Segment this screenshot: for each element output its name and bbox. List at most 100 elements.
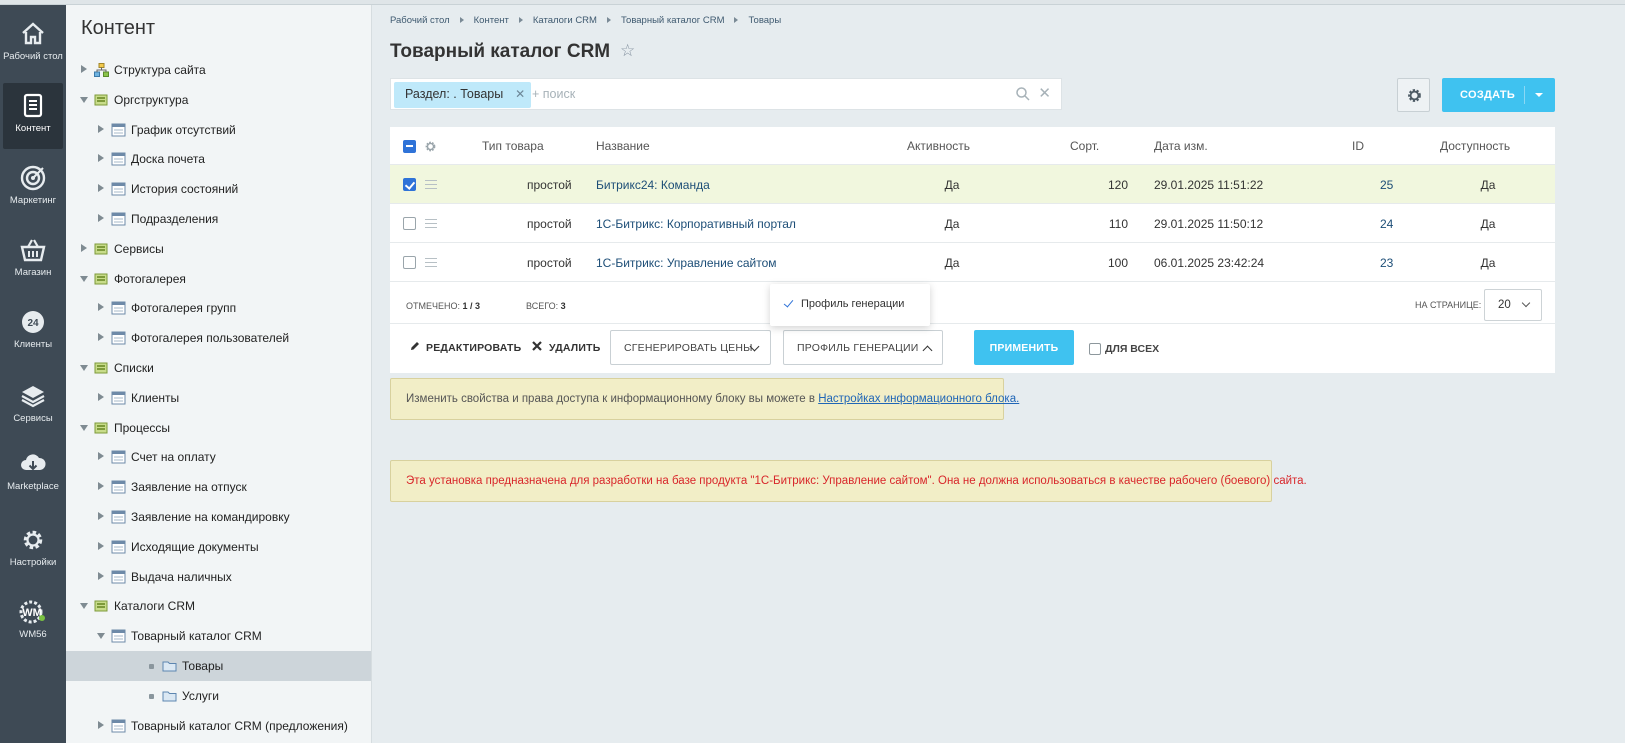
chevron-right-icon[interactable] bbox=[98, 154, 104, 163]
per-page-select[interactable]: 20 bbox=[1484, 289, 1542, 321]
chevron-right-icon[interactable] bbox=[98, 482, 104, 491]
column-header-id[interactable]: ID bbox=[1352, 139, 1364, 153]
create-button[interactable]: СОЗДАТЬ bbox=[1442, 78, 1555, 112]
tree-item[interactable]: Исходящие документы bbox=[66, 532, 371, 562]
caret-down-icon[interactable] bbox=[1535, 93, 1543, 97]
column-header-name[interactable]: Название bbox=[596, 139, 650, 153]
chevron-right-icon[interactable] bbox=[81, 243, 87, 252]
star-icon[interactable]: ☆ bbox=[620, 41, 635, 61]
cell-name-link[interactable]: Битрикс24: Команда bbox=[596, 178, 710, 192]
apply-button[interactable]: ПРИМЕНИТЬ bbox=[974, 330, 1074, 365]
chevron-right-icon[interactable] bbox=[98, 333, 104, 342]
rail-item-wm56[interactable]: WM WM56 bbox=[0, 589, 66, 655]
search-icon[interactable] bbox=[1015, 86, 1031, 102]
column-header-date[interactable]: Дата изм. bbox=[1154, 139, 1208, 153]
rail-item-services[interactable]: Сервисы bbox=[0, 373, 66, 439]
tree-item[interactable]: Сервисы bbox=[66, 234, 371, 264]
generate-prices-dropdown[interactable]: СГЕНЕРИРОВАТЬ ЦЕНЫ bbox=[610, 330, 771, 365]
breadcrumb-item[interactable]: Контент bbox=[474, 15, 509, 26]
breadcrumb-item[interactable]: Товары bbox=[748, 15, 781, 26]
chevron-right-icon[interactable] bbox=[98, 541, 104, 550]
edit-button[interactable]: РЕДАКТИРОВАТЬ bbox=[426, 342, 521, 354]
grid-settings-button[interactable] bbox=[1397, 78, 1430, 112]
tree-item[interactable]: Подразделения bbox=[66, 204, 371, 234]
tree-item[interactable]: Каталоги CRM bbox=[66, 591, 371, 621]
column-header-sort[interactable]: Сорт. bbox=[1070, 139, 1099, 153]
chevron-down-icon[interactable] bbox=[80, 603, 88, 610]
breadcrumb-item[interactable]: Каталоги CRM bbox=[533, 15, 597, 26]
breadcrumb-item[interactable]: Рабочий стол bbox=[390, 15, 450, 26]
tree-item[interactable]: График отсутствий bbox=[66, 115, 371, 145]
tree-item[interactable]: Клиенты bbox=[66, 383, 371, 413]
table-row[interactable]: простой 1С-Битрикс: Управление сайтом Да 10… bbox=[390, 243, 1555, 282]
iblock-settings-link[interactable]: Настройках информационного блока. bbox=[818, 393, 1019, 405]
rail-item-marketplace[interactable]: Marketplace bbox=[0, 441, 66, 507]
tree-item[interactable]: Структура сайта bbox=[66, 55, 371, 85]
select-all-checkbox[interactable] bbox=[403, 140, 416, 153]
row-checkbox[interactable] bbox=[403, 256, 416, 269]
rail-item-clients[interactable]: 24 Клиенты bbox=[0, 299, 66, 365]
search-input[interactable]: + поиск bbox=[532, 87, 575, 101]
rail-item-marketing[interactable]: Маркетинг bbox=[0, 155, 66, 221]
filter-chip[interactable]: Раздел: . Товары ✕ bbox=[394, 82, 532, 108]
tree-item[interactable]: Услуги bbox=[66, 681, 371, 711]
rail-item-content[interactable]: Контент bbox=[3, 83, 63, 149]
drag-handle-icon[interactable] bbox=[425, 258, 437, 267]
tree-item[interactable]: Фотогалерея групп bbox=[66, 293, 371, 323]
cell-id-link[interactable]: 25 bbox=[1380, 178, 1393, 192]
cell-id-link[interactable]: 24 bbox=[1380, 217, 1393, 231]
for-all-checkbox[interactable] bbox=[1089, 343, 1101, 355]
tree-item[interactable]: Списки bbox=[66, 353, 371, 383]
tree-item[interactable]: Процессы bbox=[66, 413, 371, 443]
column-header-active[interactable]: Активность bbox=[907, 139, 970, 153]
chevron-right-icon[interactable] bbox=[98, 124, 104, 133]
tree-item[interactable]: Фотогалерея bbox=[66, 264, 371, 294]
tree-item[interactable]: Доска почета bbox=[66, 144, 371, 174]
delete-button[interactable]: УДАЛИТЬ bbox=[549, 342, 600, 354]
rail-item-desktop[interactable]: Рабочий стол bbox=[0, 11, 66, 77]
generation-profile-dropdown[interactable]: ПРОФИЛЬ ГЕНЕРАЦИИ bbox=[783, 330, 943, 365]
column-settings-icon[interactable] bbox=[424, 140, 437, 153]
rail-item-settings[interactable]: Настройки bbox=[0, 517, 66, 583]
tree-item[interactable]: Заявление на командировку bbox=[66, 502, 371, 532]
row-checkbox[interactable] bbox=[403, 178, 416, 191]
tree-item[interactable]: Заявление на отпуск bbox=[66, 472, 371, 502]
tree-item[interactable]: Товарный каталог CRM (предложения) bbox=[66, 711, 371, 741]
row-checkbox[interactable] bbox=[403, 217, 416, 230]
chevron-right-icon[interactable] bbox=[98, 512, 104, 520]
tree-item[interactable]: Товары bbox=[66, 651, 371, 681]
chevron-down-icon[interactable] bbox=[80, 96, 88, 103]
for-all-label[interactable]: ДЛЯ ВСЕХ bbox=[1105, 343, 1159, 355]
tree-item[interactable]: Счет на оплату bbox=[66, 442, 371, 472]
chevron-down-icon[interactable] bbox=[80, 424, 88, 431]
drag-handle-icon[interactable] bbox=[425, 219, 437, 228]
tree-item[interactable]: Фотогалерея пользователей bbox=[66, 323, 371, 353]
chevron-right-icon[interactable] bbox=[98, 214, 104, 222]
chevron-right-icon[interactable] bbox=[98, 452, 104, 461]
cell-name-link[interactable]: 1С-Битрикс: Корпоративный портал bbox=[596, 217, 796, 231]
filter-bar[interactable]: Раздел: . Товары ✕ + поиск ✕ bbox=[390, 78, 1062, 110]
chevron-right-icon[interactable] bbox=[98, 720, 104, 729]
clear-icon[interactable]: ✕ bbox=[1038, 84, 1051, 102]
tree-item[interactable]: Выдача наличных bbox=[66, 562, 371, 592]
chevron-down-icon[interactable] bbox=[80, 275, 88, 282]
chevron-down-icon[interactable] bbox=[97, 633, 105, 640]
drag-handle-icon[interactable] bbox=[425, 180, 437, 189]
rail-item-shop[interactable]: Магазин bbox=[0, 227, 66, 293]
menu-item-generation-profile[interactable]: Профиль генерации bbox=[801, 298, 904, 310]
cell-id-link[interactable]: 23 bbox=[1380, 256, 1393, 270]
chevron-right-icon[interactable] bbox=[98, 571, 104, 580]
tree-item[interactable]: Оргструктура bbox=[66, 85, 371, 115]
table-row[interactable]: простой Битрикс24: Команда Да 120 29.01.2025… bbox=[390, 165, 1555, 204]
breadcrumb-item[interactable]: Товарный каталог CRM bbox=[621, 15, 725, 26]
chevron-down-icon[interactable] bbox=[80, 365, 88, 371]
table-row[interactable]: простой 1С-Битрикс: Корпоративный портал Д… bbox=[390, 204, 1555, 243]
tree-item[interactable]: Товарный каталог CRM bbox=[66, 621, 371, 651]
tree-item[interactable]: История состояний bbox=[66, 174, 371, 204]
chevron-right-icon[interactable] bbox=[81, 65, 87, 73]
cell-name-link[interactable]: 1С-Битрикс: Управление сайтом bbox=[596, 256, 777, 270]
column-header-availability[interactable]: Доступность bbox=[1440, 139, 1510, 153]
chevron-right-icon[interactable] bbox=[98, 303, 104, 312]
chevron-right-icon[interactable] bbox=[98, 392, 104, 401]
column-header-type[interactable]: Тип товара bbox=[482, 139, 544, 153]
